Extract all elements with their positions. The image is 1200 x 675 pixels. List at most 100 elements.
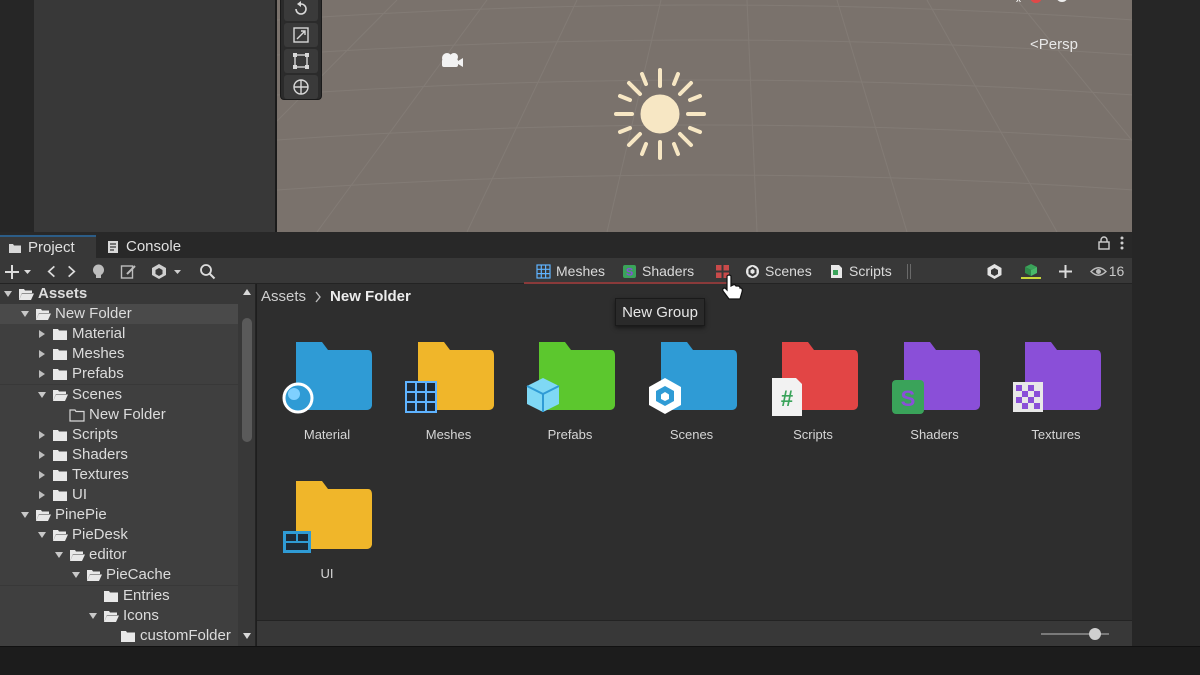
breadcrumb-current[interactable]: New Folder bbox=[330, 288, 411, 305]
tree-row-label: New Folder bbox=[55, 305, 132, 323]
tree-scrollbar[interactable] bbox=[240, 284, 254, 646]
expand-arrow-down-icon[interactable] bbox=[53, 549, 65, 561]
project-content-grid[interactable]: Assets New Folder Material Meshes Prefabs S… bbox=[257, 284, 1132, 646]
tree-row-label: Icons bbox=[123, 606, 159, 624]
expand-arrow-right-icon[interactable] bbox=[36, 489, 48, 501]
expand-arrow-down-icon[interactable] bbox=[36, 389, 48, 401]
rect-tool-button[interactable] bbox=[284, 49, 318, 73]
tree-row[interactable]: customFolder bbox=[0, 625, 238, 646]
visibility-counter[interactable]: 16 bbox=[1088, 262, 1126, 280]
folder-icon bbox=[53, 429, 67, 441]
filter-scripts[interactable]: Scripts bbox=[825, 259, 896, 283]
folder-icon bbox=[53, 449, 67, 461]
bottom-strip bbox=[0, 646, 1200, 675]
expand-arrow-right-icon[interactable] bbox=[36, 328, 48, 340]
scroll-down-icon[interactable] bbox=[242, 632, 252, 640]
tab-project[interactable]: Project bbox=[0, 235, 96, 258]
scene-tool-strip bbox=[280, 0, 322, 100]
unity-logo-icon bbox=[987, 263, 1001, 279]
tree-row[interactable]: New Folder bbox=[0, 404, 238, 425]
folder-icon bbox=[9, 243, 21, 253]
scroll-up-icon[interactable] bbox=[242, 288, 252, 296]
light-icon[interactable] bbox=[612, 66, 708, 162]
orientation-gizmo[interactable]: x bbox=[1014, 0, 1074, 10]
add-button[interactable] bbox=[1056, 262, 1074, 280]
grid-icon bbox=[536, 263, 551, 279]
package-icon bbox=[1021, 263, 1041, 279]
lock-icon[interactable] bbox=[1098, 236, 1110, 250]
package-button[interactable] bbox=[1020, 262, 1042, 280]
tree-row[interactable]: PinePie bbox=[0, 505, 238, 526]
tree-row[interactable]: Scenes bbox=[0, 384, 238, 405]
hierarchy-panel bbox=[34, 0, 275, 232]
tree-row[interactable]: Material bbox=[0, 324, 238, 345]
tree-row[interactable]: UI bbox=[0, 485, 238, 505]
folder-item-ui[interactable]: UI bbox=[277, 475, 377, 587]
tree-row[interactable]: Meshes bbox=[0, 344, 238, 365]
tree-row[interactable]: PieCache bbox=[0, 565, 238, 586]
tab-console[interactable]: Console bbox=[98, 235, 194, 258]
expand-arrow-right-icon[interactable] bbox=[36, 449, 48, 461]
project-folder-tree[interactable]: customFolder Icons Entries PieCache editor Pi… bbox=[0, 284, 256, 646]
lightbulb-button[interactable] bbox=[89, 262, 107, 280]
tree-row-label: New Folder bbox=[89, 405, 166, 423]
expand-arrow-right-icon[interactable] bbox=[36, 429, 48, 441]
forward-button[interactable] bbox=[63, 262, 79, 280]
expand-arrow-right-icon[interactable] bbox=[36, 469, 48, 481]
zoom-slider-knob[interactable] bbox=[1089, 628, 1101, 640]
chevron-left-icon bbox=[47, 265, 55, 277]
tree-row[interactable]: Prefabs bbox=[0, 364, 238, 385]
folder-item-prefabs[interactable]: Prefabs bbox=[520, 336, 620, 448]
folder-item-material[interactable]: Material bbox=[277, 336, 377, 448]
expand-arrow-right-icon[interactable] bbox=[36, 348, 48, 360]
expand-arrow-down-icon[interactable] bbox=[70, 569, 82, 581]
expand-arrow-down-icon[interactable] bbox=[2, 288, 14, 300]
folder-item-scenes[interactable]: Scenes bbox=[642, 336, 742, 448]
scene-filter-button[interactable] bbox=[985, 262, 1003, 280]
folder-item-textures[interactable]: Textures bbox=[1006, 336, 1106, 448]
filter-meshes-label: Meshes bbox=[556, 263, 606, 279]
chevron-right-icon bbox=[68, 265, 76, 277]
tree-row[interactable]: Shaders bbox=[0, 444, 238, 465]
left-margin bbox=[0, 0, 34, 232]
breadcrumb-root[interactable]: Assets bbox=[261, 288, 306, 305]
filter-shaders[interactable]: S Shaders bbox=[618, 259, 698, 283]
filter-scenes-label: Scenes bbox=[765, 263, 812, 279]
folder-item-scripts[interactable]: # Scripts bbox=[763, 336, 863, 448]
expand-arrow-right-icon[interactable] bbox=[36, 368, 48, 380]
tree-row[interactable]: Assets bbox=[0, 284, 238, 304]
rotate-tool-button[interactable] bbox=[284, 0, 318, 21]
tree-row[interactable]: New Folder bbox=[0, 304, 238, 325]
scroll-thumb[interactable] bbox=[242, 318, 252, 442]
pencil-icon bbox=[120, 264, 136, 279]
tree-row[interactable]: Icons bbox=[0, 605, 238, 626]
expand-arrow-down-icon[interactable] bbox=[87, 610, 99, 622]
folder-item-meshes[interactable]: Meshes bbox=[399, 336, 499, 448]
folder-item-shaders[interactable]: S Shaders bbox=[885, 336, 985, 448]
svg-text:#: # bbox=[781, 386, 793, 411]
expand-arrow-down-icon[interactable] bbox=[19, 509, 31, 521]
camera-icon[interactable] bbox=[437, 50, 465, 70]
tree-row[interactable]: editor bbox=[0, 545, 238, 566]
tree-row[interactable]: Textures bbox=[0, 464, 238, 485]
back-button[interactable] bbox=[44, 262, 60, 280]
folder-open-icon bbox=[87, 570, 102, 582]
persp-label[interactable]: <Persp bbox=[1030, 36, 1078, 53]
filter-meshes[interactable]: Meshes bbox=[532, 259, 609, 283]
transform-tool-button[interactable] bbox=[284, 75, 318, 99]
edit-button[interactable] bbox=[118, 262, 138, 280]
search-button[interactable] bbox=[198, 262, 216, 280]
create-button[interactable] bbox=[2, 262, 36, 280]
kebab-menu-icon[interactable] bbox=[1120, 236, 1124, 250]
tree-row[interactable]: Entries bbox=[0, 585, 238, 606]
tree-row[interactable]: Scripts bbox=[0, 424, 238, 445]
scene-view[interactable] bbox=[275, 0, 1132, 232]
type-filter-dropdown[interactable] bbox=[149, 262, 187, 280]
expand-arrow-down-icon[interactable] bbox=[36, 529, 48, 541]
scale-tool-button[interactable] bbox=[284, 23, 318, 47]
filter-scenes[interactable]: Scenes bbox=[741, 259, 816, 283]
tree-row[interactable]: PieDesk bbox=[0, 525, 238, 546]
breadcrumb: Assets New Folder bbox=[261, 288, 411, 305]
expand-arrow-down-icon[interactable] bbox=[19, 308, 31, 320]
